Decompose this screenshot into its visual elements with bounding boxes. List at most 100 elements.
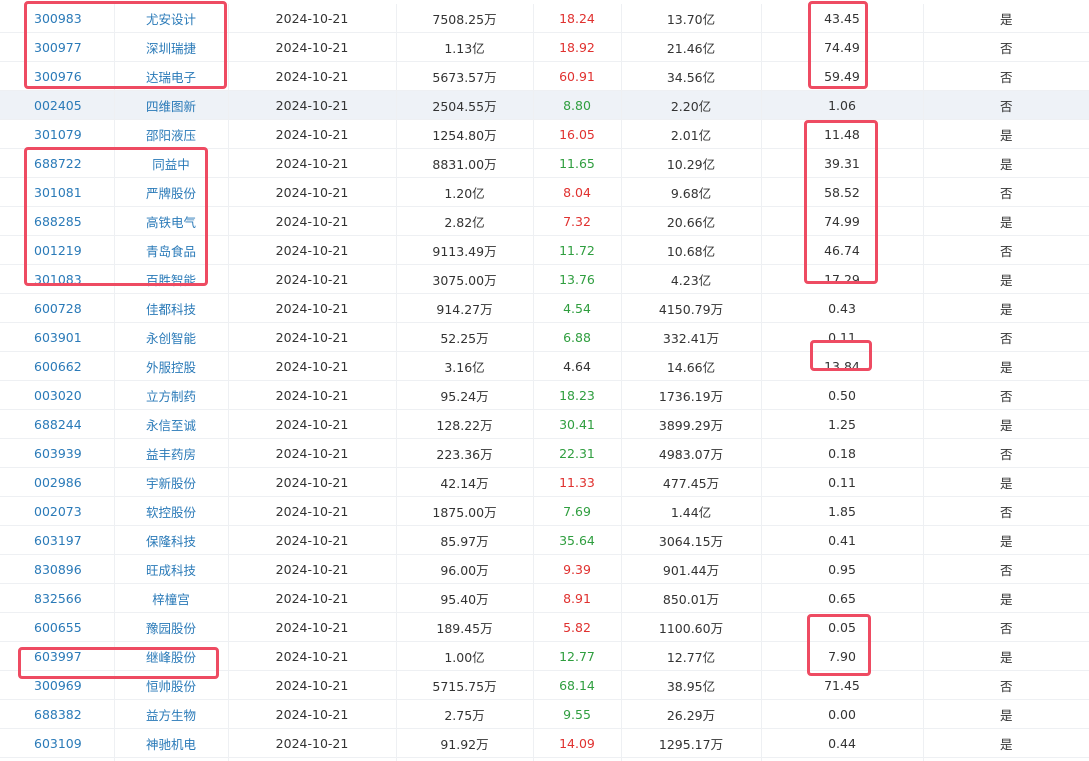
market-cap-cell: 21.46亿	[621, 32, 762, 62]
date-cell: 2024-10-21	[228, 525, 397, 555]
change-pct-cell: 7.69	[533, 496, 622, 526]
stock-code-link[interactable]: 001219	[0, 235, 115, 265]
date-cell: 2024-10-21	[228, 293, 397, 323]
stock-name-link[interactable]: 神驰机电	[114, 728, 229, 758]
stock-table: 300983 尤安设计 2024-10-21 7508.25万 18.24 13.70亿 4…	[0, 4, 1089, 761]
stock-name-link[interactable]: 深圳瑞捷	[114, 32, 229, 62]
stock-name-link[interactable]: 软控股份	[114, 496, 229, 526]
change-pct-cell: 8.91	[533, 583, 622, 613]
flag-cell: 是	[923, 699, 1089, 729]
stock-code-link[interactable]: 600655	[0, 612, 115, 642]
stock-name-link[interactable]: 旺成科技	[114, 554, 229, 584]
change-pct-cell: 4.54	[533, 293, 622, 323]
amount-cell: 189.45万	[396, 612, 534, 642]
table-row: 603939 益丰药房 2024-10-21 223.36万 22.31 4983.07万…	[0, 438, 1089, 468]
stock-code-link[interactable]: 002986	[0, 467, 115, 497]
stock-name-link[interactable]: 高铁电气	[114, 206, 229, 236]
stock-code-link[interactable]: 832566	[0, 583, 115, 613]
change-pct-cell: 18.24	[533, 4, 622, 33]
table-row: 002073 软控股份 2024-10-21 1875.00万 7.69 1.44亿 1.8…	[0, 496, 1089, 526]
stock-code-link[interactable]: 603197	[0, 525, 115, 555]
stock-name-link[interactable]: 保隆科技	[114, 525, 229, 555]
ratio-cell: 0.05	[761, 612, 924, 642]
ratio-cell: 13.84	[761, 351, 924, 381]
stock-name-link[interactable]: 佳都科技	[114, 293, 229, 323]
market-cap-cell: 26.29万	[621, 699, 762, 729]
stock-code-link[interactable]: 002073	[0, 496, 115, 526]
amount-cell: 1875.00万	[396, 496, 534, 526]
stock-name-link[interactable]: 益方生物	[114, 699, 229, 729]
stock-code-link[interactable]: 300976	[0, 61, 115, 91]
amount-cell: 42.14万	[396, 467, 534, 497]
change-pct-cell: 4.64	[533, 351, 622, 381]
market-cap-cell: 1736.19万	[621, 380, 762, 410]
stock-code-link[interactable]: 603939	[0, 438, 115, 468]
stock-code-link[interactable]: 003020	[0, 380, 115, 410]
table-row: 003020 立方制药 2024-10-21 95.24万 18.23 1736.19万 0…	[0, 380, 1089, 410]
flag-cell: 是	[923, 583, 1089, 613]
table-row: 600662 外服控股 2024-10-21 3.16亿 4.64 14.66亿 13.84…	[0, 351, 1089, 381]
change-pct-cell: 11.65	[533, 148, 622, 178]
date-cell: 2024-10-21	[228, 4, 397, 33]
ratio-cell: 39.31	[761, 148, 924, 178]
table-row: 831834三维股份2024-10-2134.55万5.78199.67万0.2…	[0, 757, 1089, 761]
stock-name-link[interactable]: 立方制药	[114, 380, 229, 410]
stock-code-link[interactable]: 603901	[0, 322, 115, 352]
date-cell: 2024-10-21	[228, 351, 397, 381]
stock-name-link[interactable]: 益丰药房	[114, 438, 229, 468]
stock-code-link[interactable]: 831834	[0, 757, 115, 761]
date-cell: 2024-10-21	[228, 612, 397, 642]
stock-name-link[interactable]: 永信至诚	[114, 409, 229, 439]
amount-cell: 2.75万	[396, 699, 534, 729]
flag-cell: 否	[923, 670, 1089, 700]
table-row: 603197 保隆科技 2024-10-21 85.97万 35.64 3064.15万 0…	[0, 525, 1089, 555]
stock-name-link[interactable]: 严牌股份	[114, 177, 229, 207]
change-pct-cell: 35.64	[533, 525, 622, 555]
stock-code-link[interactable]: 300983	[0, 4, 115, 33]
ratio-cell: 0.18	[761, 438, 924, 468]
change-pct-cell: 9.39	[533, 554, 622, 584]
stock-name-link[interactable]: 梓橦宫	[114, 583, 229, 613]
stock-code-link[interactable]: 688244	[0, 409, 115, 439]
amount-cell: 1.20亿	[396, 177, 534, 207]
stock-code-link[interactable]: 603109	[0, 728, 115, 758]
stock-name-link[interactable]: 永创智能	[114, 322, 229, 352]
stock-code-link[interactable]: 600662	[0, 351, 115, 381]
stock-name-link[interactable]: 宇新股份	[114, 467, 229, 497]
stock-code-link[interactable]: 300969	[0, 670, 115, 700]
amount-cell: 34.55万	[396, 757, 534, 761]
table-row: 688244 永信至诚 2024-10-21 128.22万 30.41 3899.29万…	[0, 409, 1089, 439]
stock-code-link[interactable]: 002405	[0, 90, 115, 120]
amount-cell: 5715.75万	[396, 670, 534, 700]
stock-name-link[interactable]: 邵阳液压	[114, 119, 229, 149]
stock-name-link[interactable]: 达瑞电子	[114, 61, 229, 91]
stock-code-link[interactable]: 688722	[0, 148, 115, 178]
ratio-cell: 43.45	[761, 4, 924, 33]
table-row: 603901 永创智能 2024-10-21 52.25万 6.88 332.41万 0.1…	[0, 322, 1089, 352]
stock-code-link[interactable]: 301083	[0, 264, 115, 294]
stock-code-link[interactable]: 688285	[0, 206, 115, 236]
stock-name-link[interactable]: 四维图新	[114, 90, 229, 120]
stock-code-link[interactable]: 301081	[0, 177, 115, 207]
market-cap-cell: 1.44亿	[621, 496, 762, 526]
stock-name-link[interactable]: 同益中	[114, 148, 229, 178]
stock-name-link[interactable]: 外服控股	[114, 351, 229, 381]
stock-code-link[interactable]: 830896	[0, 554, 115, 584]
stock-name-link[interactable]: 百胜智能	[114, 264, 229, 294]
date-cell: 2024-10-21	[228, 496, 397, 526]
stock-name-link[interactable]: 三维股份	[114, 757, 229, 761]
stock-name-link[interactable]: 青岛食品	[114, 235, 229, 265]
stock-code-link[interactable]: 603997	[0, 641, 115, 671]
ratio-cell: 0.11	[761, 467, 924, 497]
stock-code-link[interactable]: 688382	[0, 699, 115, 729]
stock-code-link[interactable]: 300977	[0, 32, 115, 62]
table-row: 600655 豫园股份 2024-10-21 189.45万 5.82 1100.60万 0…	[0, 612, 1089, 642]
stock-name-link[interactable]: 豫园股份	[114, 612, 229, 642]
stock-code-link[interactable]: 600728	[0, 293, 115, 323]
stock-name-link[interactable]: 尤安设计	[114, 4, 229, 33]
flag-cell: 否	[923, 61, 1089, 91]
stock-name-link[interactable]: 继峰股份	[114, 641, 229, 671]
stock-name-link[interactable]: 恒帅股份	[114, 670, 229, 700]
stock-code-link[interactable]: 301079	[0, 119, 115, 149]
table-row: 600728 佳都科技 2024-10-21 914.27万 4.54 4150.79万 0…	[0, 293, 1089, 323]
